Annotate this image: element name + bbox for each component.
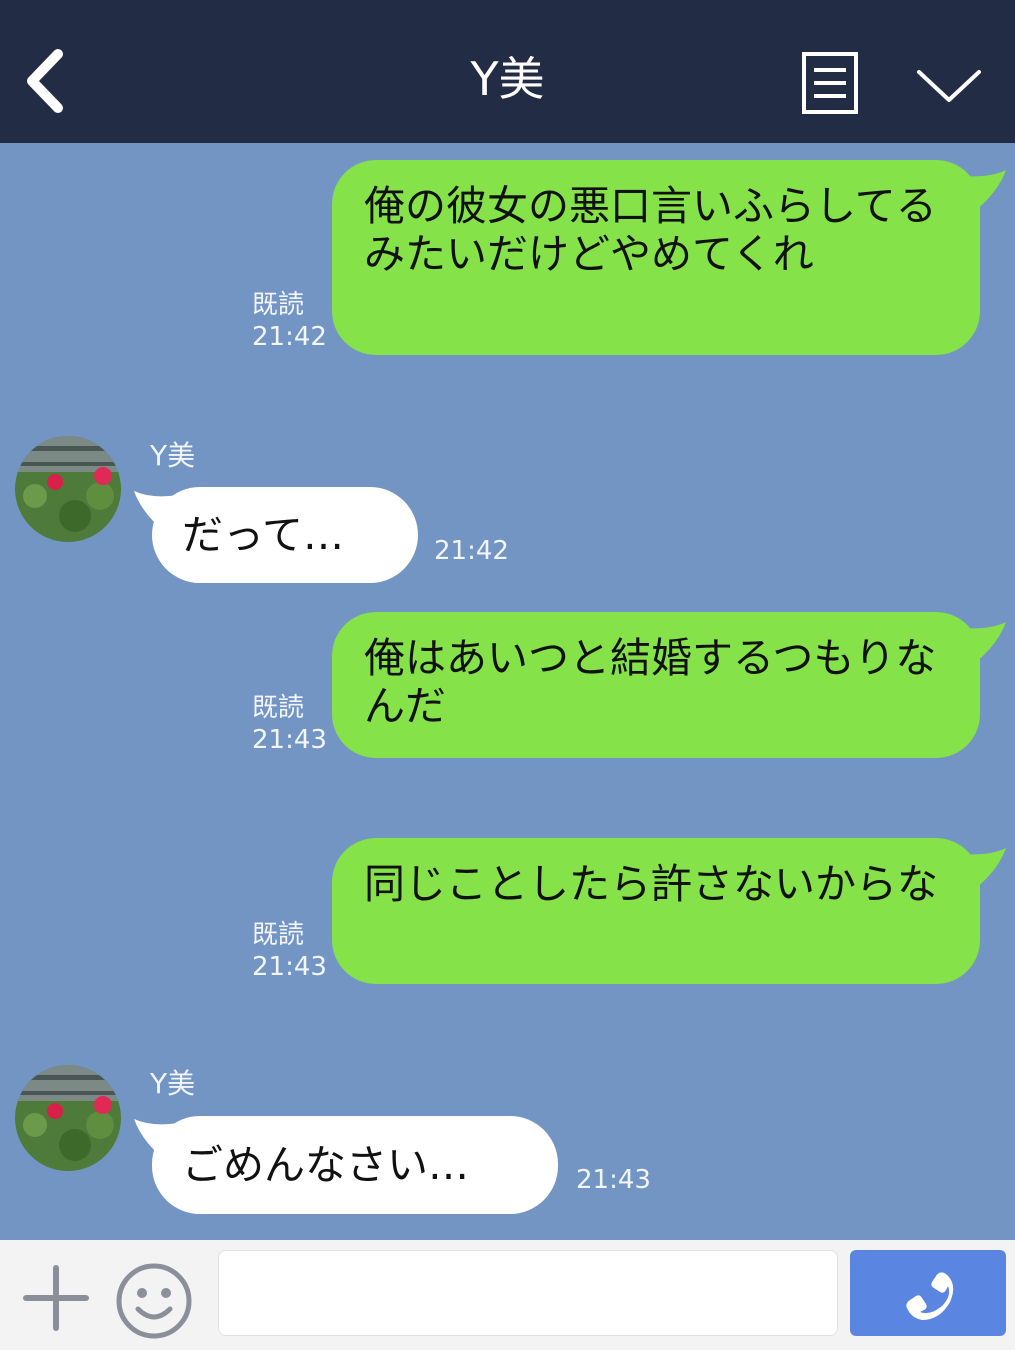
message-time: 21:42 xyxy=(434,536,509,566)
bubble-tail xyxy=(962,848,1006,888)
message-bubble-received[interactable]: だって… xyxy=(152,487,418,583)
bubble-tail xyxy=(962,622,1006,662)
avatar[interactable] xyxy=(15,436,121,542)
message-meta: 既読 21:42 xyxy=(252,289,327,353)
avatar-image xyxy=(15,1065,121,1171)
add-button[interactable] xyxy=(22,1264,90,1332)
message-text: 俺はあいつと結婚するつもりなんだ xyxy=(364,634,937,730)
avatar[interactable] xyxy=(15,1065,121,1171)
input-bar xyxy=(0,1240,1015,1350)
message-text: 同じことしたら許さないからな xyxy=(364,860,938,908)
message-meta: 既読 21:43 xyxy=(252,692,327,756)
notes-icon xyxy=(802,52,858,114)
bubble-tail xyxy=(962,170,1006,210)
message-bubble-sent[interactable]: 俺の彼女の悪口言いふらしてるみたいだけどやめてくれ xyxy=(332,160,980,355)
read-receipt: 既読 xyxy=(252,920,305,950)
notes-button[interactable] xyxy=(800,50,860,116)
read-receipt: 既読 xyxy=(252,693,305,723)
menu-button[interactable] xyxy=(915,62,983,108)
message-time: 21:42 xyxy=(252,322,327,352)
emoji-button[interactable] xyxy=(114,1261,194,1341)
message-bubble-sent[interactable]: 同じことしたら許さないからな xyxy=(332,838,980,984)
message-time: 21:43 xyxy=(252,725,327,755)
message-time: 21:43 xyxy=(252,952,327,982)
message-text: 俺の彼女の悪口言いふらしてるみたいだけどやめてくれ xyxy=(364,182,937,278)
message-bubble-received[interactable]: ごめんなさい… xyxy=(152,1116,558,1214)
message-time: 21:43 xyxy=(576,1165,651,1195)
message-bubble-sent[interactable]: 俺はあいつと結婚するつもりなんだ xyxy=(332,612,980,758)
message-text: ごめんなさい… xyxy=(182,1141,469,1189)
message-input[interactable] xyxy=(218,1250,838,1336)
read-receipt: 既読 xyxy=(252,290,305,320)
plus-icon xyxy=(23,1265,89,1331)
chat-area[interactable]: 既読 21:42 俺の彼女の悪口言いふらしてるみたいだけどやめてくれ Y美 だっ… xyxy=(0,143,1015,1240)
chat-header: Y美 xyxy=(0,0,1015,143)
message-text: だって… xyxy=(182,511,344,559)
phone-icon xyxy=(906,1272,954,1320)
smiley-icon xyxy=(116,1263,192,1339)
chevron-down-icon xyxy=(917,70,981,102)
sender-name: Y美 xyxy=(150,439,196,472)
sender-name: Y美 xyxy=(150,1067,196,1100)
call-button[interactable] xyxy=(850,1250,1006,1336)
message-meta: 既読 21:43 xyxy=(252,919,327,983)
chat-title: Y美 xyxy=(470,52,545,106)
avatar-image xyxy=(15,436,121,542)
